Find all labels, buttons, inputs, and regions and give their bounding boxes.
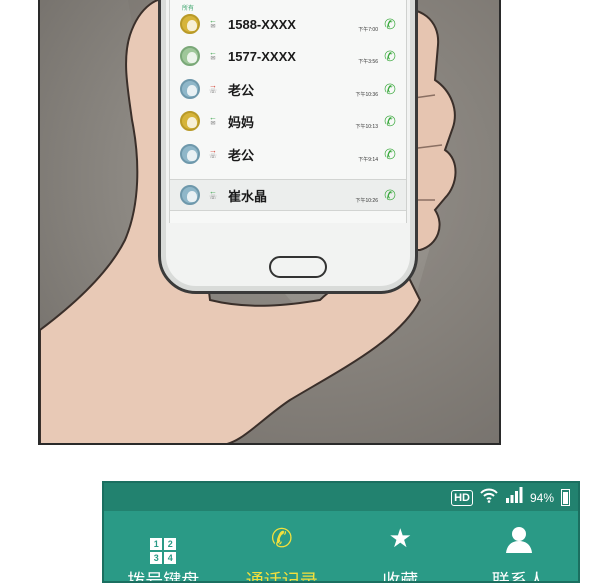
phone-call-icon[interactable]: ✆ (382, 187, 398, 203)
wifi-icon (480, 487, 498, 508)
signal-icon (505, 487, 523, 508)
contact-name: 老公 (228, 82, 255, 98)
call-log-row[interactable]: → ☏ 老公 下午10:36 ✆ (170, 74, 406, 104)
tab-label: 联系人 (491, 571, 546, 583)
phone-call-icon[interactable]: ✆ (382, 113, 398, 129)
contact-name: 1577-XXXX (228, 48, 296, 64)
call-log-row[interactable]: ← ✉ 1577-XXXX 下午3:56 ✆ (170, 41, 406, 71)
phone-call-icon[interactable]: ✆ (382, 81, 398, 97)
tab-contacts[interactable]: 联系人 (460, 511, 579, 583)
call-log-row[interactable]: → ☏ 老公 下午9:14 ✆ (170, 139, 406, 169)
star-icon: ★ (388, 523, 412, 553)
contact-avatar (180, 185, 200, 205)
incoming-call-icon: ← ✉ (209, 48, 217, 63)
comic-panel: 所有 ← ✉ 1588-XXXX 下午7:00 ✆ ← ✉ 1577-XXXX 下午… (38, 0, 501, 445)
call-log-icon: ✆ (270, 523, 293, 553)
incoming-call-icon: ← ✉ (209, 16, 217, 31)
contact-avatar (180, 79, 200, 99)
contact-name: 妈妈 (228, 114, 255, 130)
outgoing-call-icon: → ☏ (209, 146, 217, 161)
call-log-row-selected[interactable]: ← ☏ 崔水晶 下午10:26 ✆ (170, 179, 406, 211)
phone-call-icon[interactable]: ✆ (382, 146, 398, 162)
tab-label: 收藏 (382, 571, 419, 583)
phone-call-icon[interactable]: ✆ (382, 16, 398, 32)
tab-keypad[interactable]: 1234 拨号键盘 (104, 511, 223, 583)
incoming-call-icon: ← ✉ (209, 113, 217, 128)
keypad-icon: 1234 (104, 525, 223, 564)
call-time: 下午7:00 (358, 26, 378, 33)
dialer-tab-bar-panel: HD 94% 1234 拨号键盘 ✆ 通话记录 ★ 收藏 联系人 (102, 481, 580, 583)
call-log-row[interactable]: ← ✉ 1588-XXXX 下午7:00 ✆ (170, 9, 406, 39)
call-time: 下午10:13 (355, 123, 378, 130)
hd-voice-icon: HD (451, 489, 473, 506)
contact-name: 老公 (228, 147, 255, 163)
call-time: 下午10:26 (355, 197, 378, 204)
tab-call-log[interactable]: ✆ 通话记录 (223, 511, 342, 583)
contact-name: 崔水晶 (228, 188, 268, 204)
tab-label: 拨号键盘 (127, 571, 200, 583)
battery-icon (561, 489, 570, 506)
incoming-call-icon: ← ☏ (209, 187, 217, 202)
contact-name: 1588-XXXX (228, 16, 296, 32)
call-log-screen: 所有 ← ✉ 1588-XXXX 下午7:00 ✆ ← ✉ 1577-XXXX 下午… (169, 0, 407, 223)
tab-favorites[interactable]: ★ 收藏 (341, 511, 460, 583)
outgoing-call-icon: → ☏ (209, 81, 217, 96)
person-icon (460, 525, 579, 557)
contact-avatar (180, 46, 200, 66)
status-bar: HD 94% (104, 483, 578, 511)
home-button[interactable] (269, 256, 327, 278)
contact-avatar (180, 14, 200, 34)
phone-call-icon[interactable]: ✆ (382, 48, 398, 64)
smartphone: 所有 ← ✉ 1588-XXXX 下午7:00 ✆ ← ✉ 1577-XXXX 下午… (158, 0, 418, 294)
call-time: 下午3:56 (358, 58, 378, 65)
call-time: 下午9:14 (358, 156, 378, 163)
battery-percent: 94% (529, 490, 554, 505)
contact-avatar (180, 144, 200, 164)
tab-label: 通话记录 (245, 571, 318, 583)
contact-avatar (180, 111, 200, 131)
call-time: 下午10:36 (355, 91, 378, 98)
call-log-row[interactable]: ← ✉ 妈妈 下午10:13 ✆ (170, 106, 406, 136)
tab-bar: 1234 拨号键盘 ✆ 通话记录 ★ 收藏 联系人 (104, 511, 579, 583)
